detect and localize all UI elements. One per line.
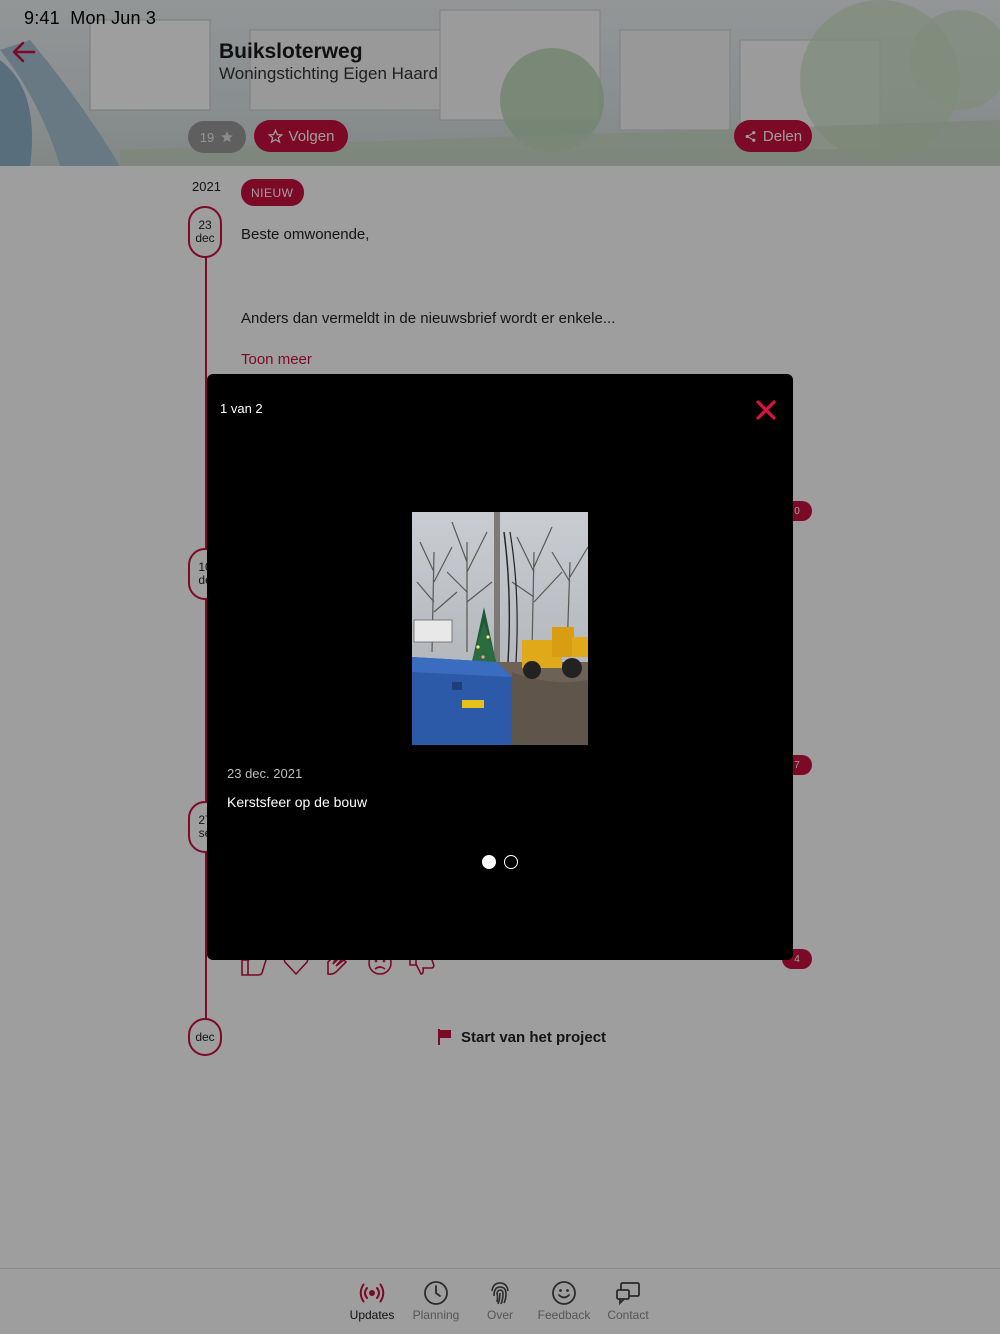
pagination-dot-2[interactable]: [504, 855, 518, 869]
pagination-dot-1[interactable]: [482, 855, 496, 869]
photo-date: 23 dec. 2021: [227, 766, 303, 781]
pagination-dots: [482, 855, 518, 869]
photo-viewer-modal: 1 van 2 23 dec. 2021 Kerstsfeer op de bo…: [207, 374, 793, 960]
construction-photo: [412, 512, 588, 745]
photo-illustration: [412, 512, 588, 745]
close-icon[interactable]: [753, 397, 779, 423]
photo-counter: 1 van 2: [220, 401, 263, 416]
photo-caption: Kerstsfeer op de bouw: [227, 794, 368, 810]
